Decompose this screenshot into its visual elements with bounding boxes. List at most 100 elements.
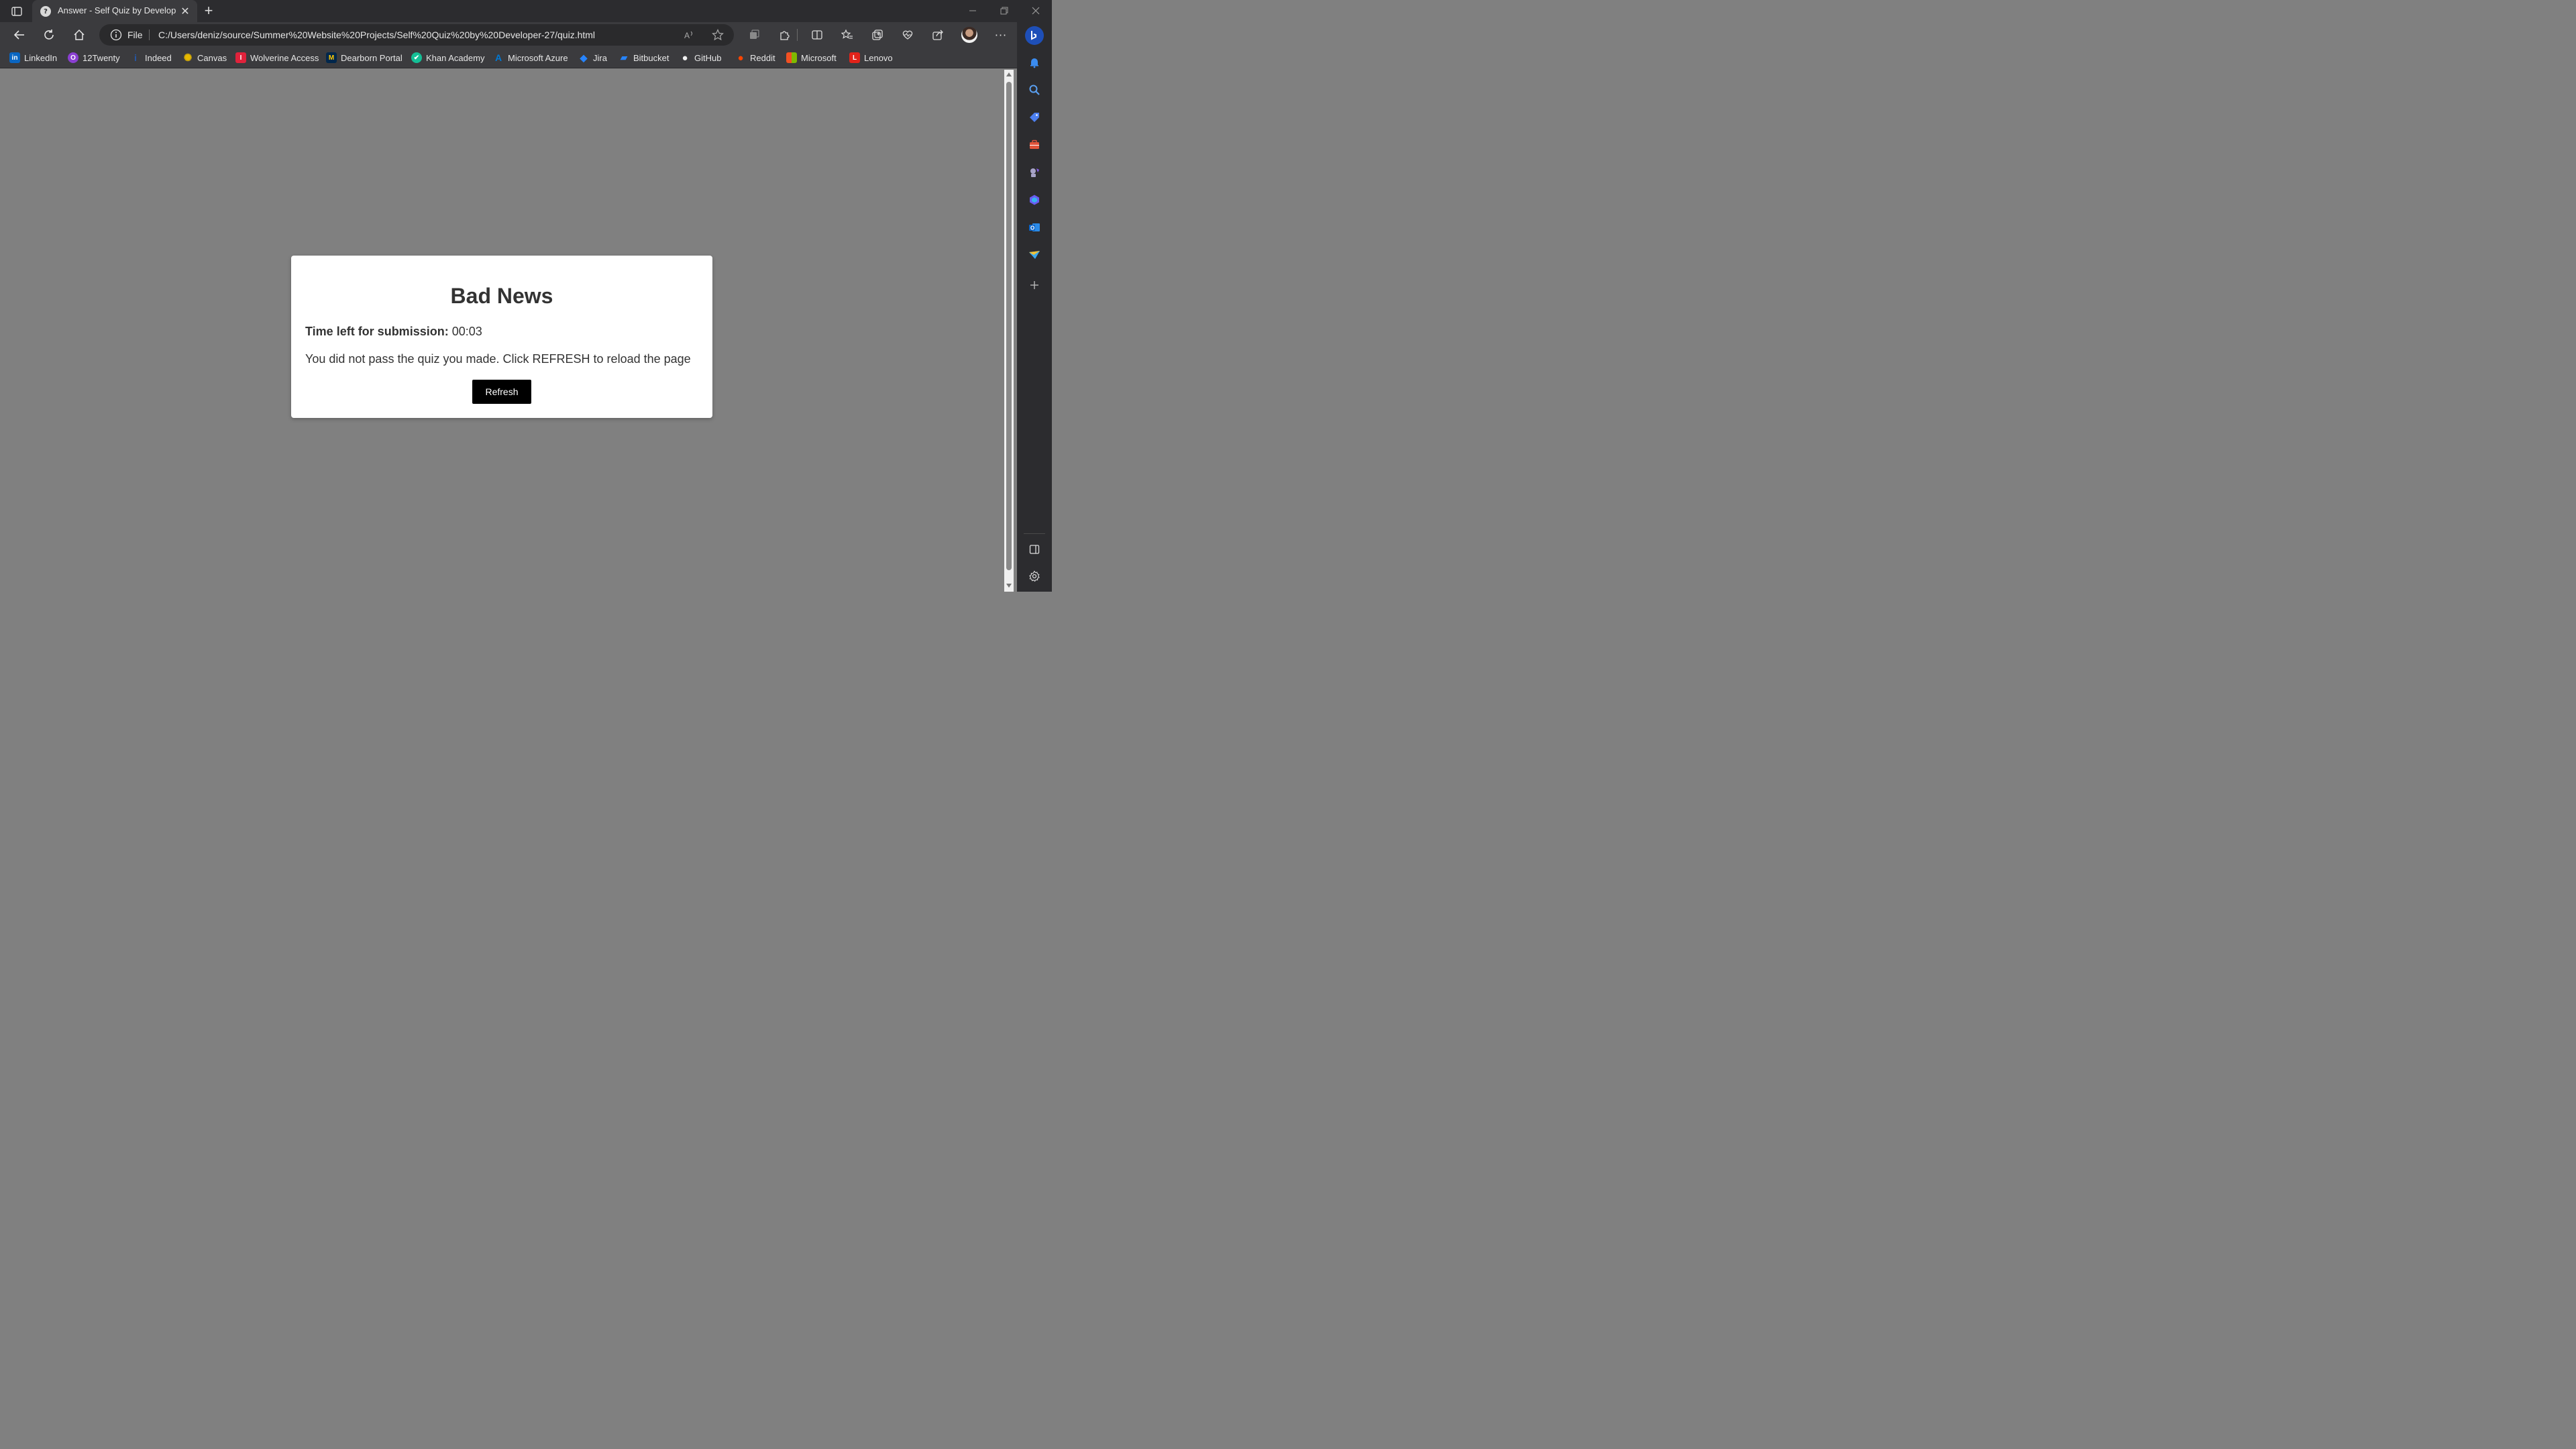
github-icon: ● (682, 52, 688, 64)
bookmark-item[interactable]: ▰ Bitbucket (619, 52, 669, 64)
bookmark-item[interactable]: I Wolverine Access (235, 52, 319, 64)
12twenty-icon: O (68, 52, 78, 63)
close-window-icon[interactable] (1022, 3, 1049, 19)
info-icon[interactable] (110, 29, 122, 41)
tools-briefcase-icon[interactable] (1026, 137, 1042, 153)
result-card: Bad News Time left for submission: 00:03… (291, 256, 712, 418)
reddit-icon: ● (737, 52, 744, 64)
bitbucket-icon: ▰ (621, 52, 627, 62)
tab-title: Answer - Self Quiz by Developer (58, 5, 176, 15)
bookmark-label: LinkedIn (24, 52, 58, 63)
bookmark-item[interactable]: ✔ Khan Academy (411, 52, 484, 64)
read-aloud-icon[interactable]: A (683, 28, 696, 42)
bookmark-label: Microsoft (801, 52, 837, 63)
bookmark-item[interactable]: M Dearborn Portal (326, 52, 402, 64)
toolbar-separator (797, 29, 798, 41)
microsoft-icon (786, 52, 797, 63)
indeed-icon: i (134, 52, 137, 63)
shopping-tag-icon[interactable] (1026, 109, 1042, 125)
extensions-puzzle-icon[interactable] (776, 27, 792, 43)
profile-avatar[interactable] (961, 27, 977, 43)
timer-line: Time left for submission: 00:03 (305, 325, 482, 339)
url-text[interactable]: C:/Users/deniz/source/Summer%20Website%2… (158, 30, 595, 40)
bookmark-label: GitHub (694, 52, 722, 63)
new-tab-button[interactable]: + (201, 2, 216, 19)
bookmark-item[interactable]: Microsoft (786, 52, 837, 64)
bookmark-item[interactable]: ✺ Canvas (182, 52, 227, 64)
bookmark-label: Microsoft Azure (508, 52, 568, 63)
bookmark-label: Bitbucket (633, 52, 669, 63)
tab-favicon-icon: ? (40, 6, 51, 17)
bookmark-item[interactable]: in LinkedIn (9, 52, 57, 64)
lenovo-icon: L (849, 52, 860, 63)
sidebar-separator (1024, 533, 1045, 534)
address-separator (149, 30, 150, 40)
address-bar[interactable]: File C:/Users/deniz/source/Summer%20Webs… (99, 24, 734, 46)
tab-actions-icon[interactable] (9, 4, 24, 19)
collections-icon[interactable] (869, 27, 885, 43)
page-title: Bad News (450, 284, 553, 308)
tab-close-icon[interactable]: ✕ (178, 4, 192, 17)
khan-academy-icon: ✔ (411, 52, 422, 63)
bookmark-item[interactable]: ● Reddit (735, 52, 775, 64)
bookmark-label: Reddit (750, 52, 775, 63)
games-icon[interactable] (1026, 164, 1042, 180)
linkedin-icon: in (9, 52, 20, 63)
bookmark-label: 12Twenty (83, 52, 120, 63)
timer-label: Time left for submission: (305, 325, 449, 338)
bookmark-label: Lenovo (864, 52, 893, 63)
scroll-down-arrow-icon[interactable] (1006, 584, 1012, 588)
favorites-bar: in LinkedIn O 12Twenty i Indeed ✺ Canvas… (0, 48, 1017, 68)
settings-gear-icon[interactable] (1026, 568, 1042, 584)
search-icon[interactable] (1026, 82, 1042, 98)
svg-text:A: A (684, 31, 690, 40)
jira-icon: ◆ (580, 52, 588, 63)
azure-icon: A (494, 52, 502, 63)
result-message: You did not pass the quiz you made. Clic… (305, 352, 691, 366)
minimize-icon[interactable] (959, 3, 986, 19)
navigation-toolbar: File C:/Users/deniz/source/Summer%20Webs… (0, 22, 1017, 48)
bookmark-item[interactable]: L Lenovo (849, 52, 893, 64)
outlook-icon[interactable]: O (1026, 219, 1042, 235)
wolverine-access-icon: I (235, 52, 246, 63)
split-screen-icon[interactable] (809, 27, 825, 43)
dearborn-portal-icon: M (326, 52, 337, 63)
hide-sidebar-icon[interactable] (1026, 541, 1042, 557)
browser-window: ? Answer - Self Quiz by Developer ✕ + Fi… (0, 0, 1052, 592)
notifications-bell-icon[interactable] (1026, 54, 1042, 70)
microsoft-365-icon[interactable] (1026, 192, 1042, 208)
scroll-thumb[interactable] (1006, 82, 1012, 570)
bookmark-label: Canvas (197, 52, 227, 63)
add-sidebar-app-icon[interactable] (1026, 277, 1042, 293)
restore-icon[interactable] (991, 3, 1018, 19)
bookmark-label: Jira (593, 52, 607, 63)
bookmark-label: Wolverine Access (250, 52, 319, 63)
canvas-icon: ✺ (183, 52, 193, 64)
share-icon[interactable] (930, 27, 946, 43)
bookmark-item[interactable]: ● GitHub (680, 52, 721, 64)
copilot-icon[interactable] (1025, 26, 1044, 45)
scroll-up-arrow-icon[interactable] (1006, 72, 1012, 76)
send-drop-icon[interactable] (1026, 247, 1042, 263)
bookmark-item[interactable]: i Indeed (130, 52, 172, 64)
timer-value: 00:03 (451, 325, 482, 338)
back-icon[interactable] (11, 26, 28, 44)
svg-text:O: O (1030, 225, 1034, 231)
more-options-icon[interactable]: ··· (993, 27, 1009, 43)
tab-active[interactable]: ? Answer - Self Quiz by Developer ✕ (32, 0, 197, 22)
bookmark-item[interactable]: O 12Twenty (68, 52, 120, 64)
favorites-icon[interactable] (839, 27, 855, 43)
home-icon[interactable] (70, 26, 88, 44)
bookmark-label: Indeed (145, 52, 172, 63)
extension-icon[interactable] (746, 27, 762, 43)
browser-essentials-icon[interactable] (900, 27, 916, 43)
reload-icon[interactable] (40, 26, 58, 44)
favorite-star-icon[interactable] (711, 28, 724, 42)
page-scrollbar[interactable] (1004, 70, 1014, 592)
page-viewport: Bad News Time left for submission: 00:03… (0, 70, 1004, 592)
refresh-button[interactable]: Refresh (472, 380, 531, 404)
bookmark-item[interactable]: ◆ Jira (578, 52, 607, 64)
edge-sidebar: O (1017, 22, 1052, 592)
site-info-label[interactable]: File (127, 30, 143, 40)
bookmark-item[interactable]: A Microsoft Azure (493, 52, 568, 64)
